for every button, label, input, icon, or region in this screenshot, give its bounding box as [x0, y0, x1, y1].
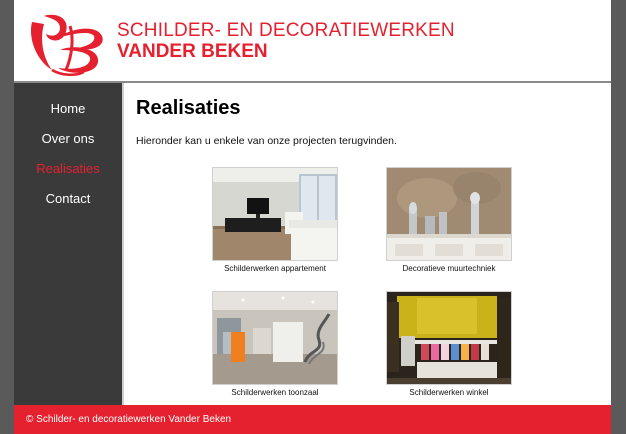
site-header: SCHILDER- EN DECORATIEWERKEN VANDER BEKE…	[14, 0, 611, 81]
brand-name-line1: SCHILDER- EN DECORATIEWERKEN	[117, 20, 455, 41]
vb-monogram-logo-icon[interactable]	[26, 8, 106, 78]
project-photo-toonzaal[interactable]	[212, 291, 338, 385]
project-caption: Decoratieve muurtechniek	[402, 264, 496, 273]
project-card-toonzaal[interactable]: Schilderwerken toonzaal	[212, 291, 338, 397]
project-card-winkel[interactable]: Schilderwerken winkel	[386, 291, 512, 397]
project-caption: Schilderwerken appartement	[224, 264, 326, 273]
page-title: Realisaties	[136, 97, 241, 119]
project-card-appartement[interactable]: Schilderwerken appartement	[212, 167, 338, 273]
project-photo-winkel[interactable]	[386, 291, 512, 385]
main-content: Realisaties Hieronder kan u enkele van o…	[124, 83, 611, 405]
brand-name-line2: VANDER BEKEN	[117, 41, 268, 62]
project-card-muurtechniek[interactable]: Decoratieve muurtechniek	[386, 167, 512, 273]
project-photo-muurtechniek[interactable]	[386, 167, 512, 261]
project-caption: Schilderwerken winkel	[409, 388, 489, 397]
project-photo-appartement[interactable]	[212, 167, 338, 261]
footer-copyright: © Schilder- en decoratiewerken Vander Be…	[26, 414, 232, 425]
nav-item-home[interactable]: Home	[14, 101, 122, 116]
project-caption: Schilderwerken toonzaal	[231, 388, 319, 397]
nav-item-over-ons[interactable]: Over ons	[14, 131, 122, 146]
intro-text: Hieronder kan u enkele van onze projecte…	[136, 135, 397, 147]
sidebar-nav: Home Over ons Realisaties Contact	[14, 83, 122, 405]
page-frame: SCHILDER- EN DECORATIEWERKEN VANDER BEKE…	[14, 0, 611, 434]
nav-item-contact[interactable]: Contact	[14, 191, 122, 206]
nav-item-realisaties[interactable]: Realisaties	[14, 161, 122, 176]
site-footer: © Schilder- en decoratiewerken Vander Be…	[14, 405, 611, 434]
